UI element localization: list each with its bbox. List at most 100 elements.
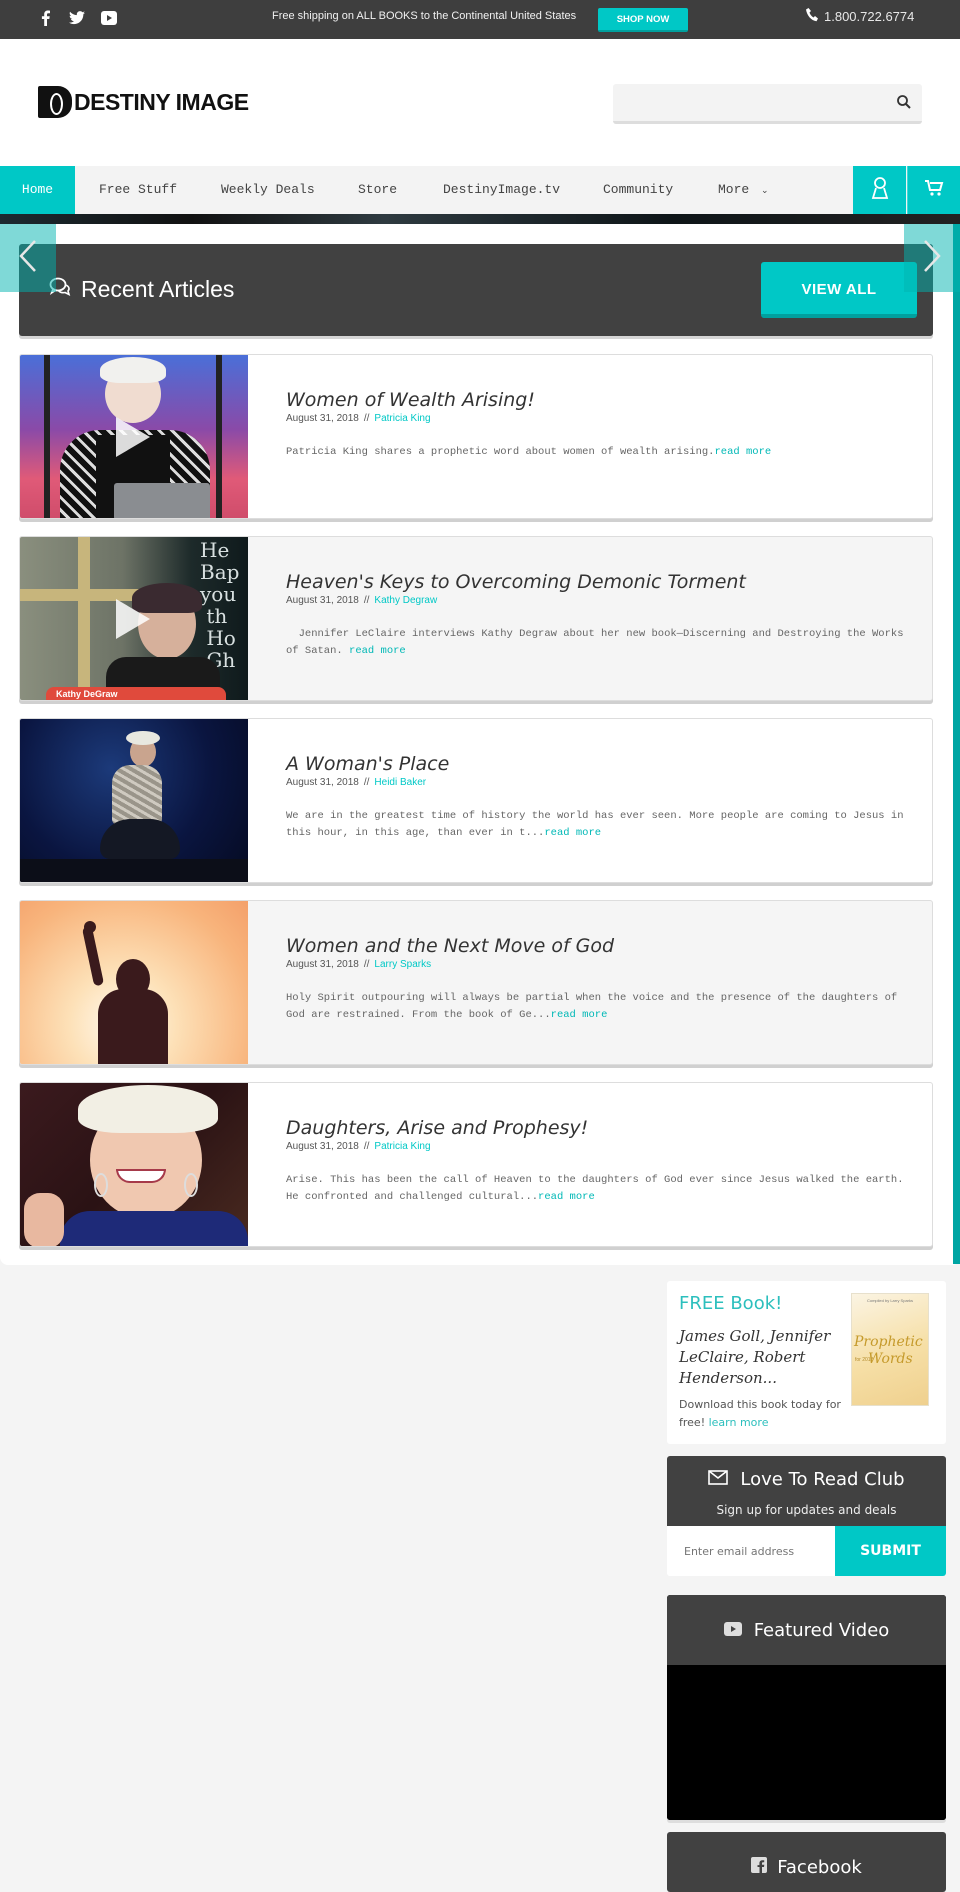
article-author[interactable]: Larry Sparks bbox=[374, 959, 431, 970]
play-icon bbox=[116, 417, 150, 457]
article-title[interactable]: Women of Wealth Arising! bbox=[286, 389, 906, 411]
cart-icon bbox=[924, 179, 944, 202]
article-card: Women and the Next Move of God August 31… bbox=[19, 900, 933, 1065]
newsletter-widget: Love To Read Club Sign up for updates an… bbox=[667, 1456, 946, 1576]
facebook-widget: Facebook bbox=[667, 1832, 946, 1892]
youtube-icon[interactable] bbox=[100, 9, 118, 27]
newsletter-title: Love To Read Club bbox=[667, 1469, 946, 1490]
email-input[interactable] bbox=[667, 1526, 835, 1576]
search-box bbox=[613, 84, 922, 124]
article-excerpt: Patricia King shares a prophetic word ab… bbox=[286, 446, 772, 458]
slider-next-button[interactable] bbox=[904, 224, 960, 292]
recent-articles-header: Recent Articles VIEW ALL bbox=[19, 244, 933, 336]
recent-articles-title: Recent Articles bbox=[49, 276, 234, 303]
account-button[interactable] bbox=[853, 166, 906, 214]
search-input[interactable] bbox=[613, 84, 883, 120]
article-excerpt: Jennifer LeClaire interviews Kathy Degra… bbox=[286, 628, 910, 657]
chevron-right-icon bbox=[922, 239, 942, 278]
read-more-link[interactable]: read more bbox=[551, 1009, 608, 1021]
article-date: August 31, 2018 bbox=[286, 959, 359, 970]
logo-text: DESTINY IMAGE bbox=[74, 88, 249, 115]
logo-mark-icon bbox=[38, 86, 72, 118]
article-thumbnail[interactable] bbox=[20, 719, 248, 882]
article-meta: August 31, 2018//Patricia King bbox=[286, 1141, 431, 1152]
featured-video-widget: Featured Video bbox=[667, 1595, 946, 1820]
article-thumbnail[interactable]: He Bap you th Ho Gh Kathy DeGraw bbox=[20, 537, 248, 700]
article-card: A Woman's Place August 31, 2018//Heidi B… bbox=[19, 718, 933, 883]
article-thumbnail[interactable] bbox=[20, 355, 248, 518]
article-meta: August 31, 2018//Patricia King bbox=[286, 413, 431, 424]
nav-weekly-deals[interactable]: Weekly Deals bbox=[221, 166, 315, 214]
newsletter-subtitle: Sign up for updates and deals bbox=[716, 1503, 897, 1517]
twitter-icon[interactable] bbox=[68, 9, 86, 27]
phone-number: 1.800.722.6774 bbox=[824, 9, 915, 24]
envelope-icon bbox=[708, 1469, 729, 1490]
read-more-link[interactable]: read more bbox=[544, 827, 601, 839]
nav-more[interactable]: More ⌄ bbox=[718, 166, 769, 214]
slider-strip bbox=[0, 214, 960, 224]
phone-icon bbox=[806, 8, 818, 25]
read-more-link[interactable]: read more bbox=[349, 645, 406, 657]
nav-free-stuff[interactable]: Free Stuff bbox=[99, 166, 177, 214]
slider-prev-button[interactable] bbox=[0, 224, 56, 292]
youtube-icon bbox=[723, 1620, 742, 1641]
article-author[interactable]: Patricia King bbox=[374, 413, 430, 424]
article-date: August 31, 2018 bbox=[286, 1141, 359, 1152]
search-icon[interactable] bbox=[896, 94, 912, 110]
article-thumbnail[interactable] bbox=[20, 1083, 248, 1246]
article-date: August 31, 2018 bbox=[286, 777, 359, 788]
chevron-down-icon: ⌄ bbox=[761, 186, 769, 196]
video-player[interactable] bbox=[667, 1665, 946, 1820]
article-date: August 31, 2018 bbox=[286, 595, 359, 606]
main-nav: Home Free Stuff Weekly Deals Store Desti… bbox=[0, 166, 960, 214]
article-title[interactable]: Daughters, Arise and Prophesy! bbox=[286, 1117, 906, 1139]
top-bar: Free shipping on ALL BOOKS to the Contin… bbox=[0, 0, 960, 39]
article-thumbnail[interactable] bbox=[20, 901, 248, 1064]
article-author[interactable]: Kathy Degraw bbox=[374, 595, 437, 606]
featured-video-title: Featured Video bbox=[667, 1595, 946, 1665]
cart-button[interactable] bbox=[907, 166, 960, 214]
nav-destinyimage-tv[interactable]: DestinyImage.tv bbox=[443, 166, 560, 214]
article-excerpt: We are in the greatest time of history t… bbox=[286, 810, 904, 839]
shipping-promo: Free shipping on ALL BOOKS to the Contin… bbox=[272, 10, 577, 22]
article-meta: August 31, 2018//Heidi Baker bbox=[286, 777, 427, 788]
recent-articles-label: Recent Articles bbox=[81, 276, 235, 302]
article-author[interactable]: Heidi Baker bbox=[374, 777, 426, 788]
free-book-description: Download this book today for free! learn… bbox=[679, 1398, 841, 1429]
user-icon bbox=[870, 176, 890, 205]
thumbnail-caption: Kathy DeGraw bbox=[46, 687, 226, 700]
article-card: Women of Wealth Arising! August 31, 2018… bbox=[19, 354, 933, 519]
nav-community[interactable]: Community bbox=[603, 166, 673, 214]
shop-now-button[interactable]: SHOP NOW bbox=[598, 8, 688, 32]
submit-button[interactable]: SUBMIT bbox=[835, 1526, 946, 1576]
learn-more-link[interactable]: learn more bbox=[709, 1416, 769, 1429]
nav-home[interactable]: Home bbox=[0, 166, 75, 214]
article-excerpt: Arise. This has been the call of Heaven … bbox=[286, 1174, 904, 1203]
site-logo[interactable]: DESTINY IMAGE bbox=[38, 86, 249, 118]
article-card: He Bap you th Ho Gh Kathy DeGraw Heaven's … bbox=[19, 536, 933, 701]
article-meta: August 31, 2018//Kathy Degraw bbox=[286, 595, 438, 606]
free-book-authors: James Goll, Jennifer LeClaire, Robert He… bbox=[679, 1327, 831, 1387]
article-author[interactable]: Patricia King bbox=[374, 1141, 430, 1152]
nav-store[interactable]: Store bbox=[358, 166, 397, 214]
article-title[interactable]: Women and the Next Move of God bbox=[286, 935, 906, 957]
read-more-link[interactable]: read more bbox=[714, 446, 771, 458]
view-all-button[interactable]: VIEW ALL bbox=[761, 262, 917, 318]
play-icon bbox=[116, 599, 150, 639]
read-more-link[interactable]: read more bbox=[538, 1191, 595, 1203]
panel-accent-edge bbox=[953, 224, 960, 1264]
nav-more-label: More bbox=[718, 182, 750, 197]
chevron-left-icon bbox=[18, 239, 38, 278]
article-title[interactable]: Heaven's Keys to Overcoming Demonic Torm… bbox=[286, 571, 906, 593]
article-card: Daughters, Arise and Prophesy! August 31… bbox=[19, 1082, 933, 1247]
article-date: August 31, 2018 bbox=[286, 413, 359, 424]
social-links bbox=[36, 9, 118, 27]
phone-contact[interactable]: 1.800.722.6774 bbox=[806, 8, 914, 25]
free-book-title: FREE Book! bbox=[679, 1293, 783, 1314]
article-excerpt: Holy Spirit outpouring will always be pa… bbox=[286, 992, 898, 1021]
article-meta: August 31, 2018//Larry Sparks bbox=[286, 959, 432, 970]
free-book-widget: FREE Book! James Goll, Jennifer LeClaire… bbox=[667, 1281, 946, 1444]
book-cover-image[interactable]: Compiled by Larry Sparks Prophetic for 2… bbox=[851, 1293, 929, 1406]
article-title[interactable]: A Woman's Place bbox=[286, 753, 906, 775]
facebook-icon[interactable] bbox=[36, 9, 54, 27]
